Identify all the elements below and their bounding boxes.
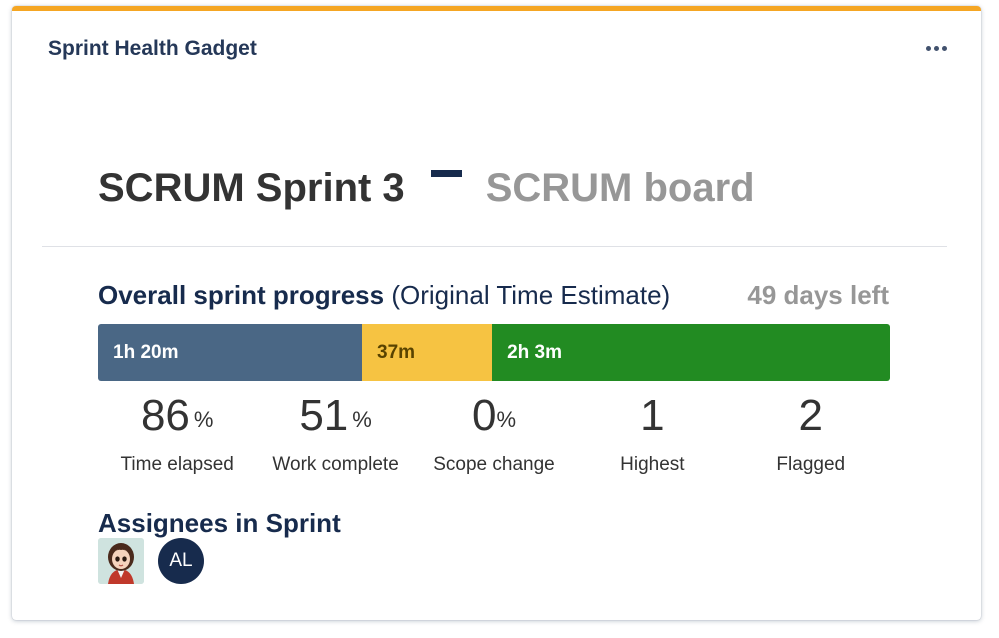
stat-time-elapsed: 86% Time elapsed	[98, 390, 256, 476]
stat-label: Flagged	[776, 454, 846, 475]
assignee-list: AL	[98, 538, 204, 584]
progress-segment-to-do[interactable]: 2h 3m	[492, 324, 890, 381]
sprint-health-gadget: Sprint Health Gadget SCRUM Sprint 3 SCRU…	[12, 6, 981, 620]
sprint-header: SCRUM Sprint 3 SCRUM board	[98, 166, 755, 211]
stat-work-complete: 51% Work complete	[256, 390, 414, 476]
divider	[42, 246, 947, 247]
stat-scope-change: 0% Scope change	[415, 390, 573, 476]
user-photo-avatar[interactable]	[98, 538, 144, 584]
stat-value: 1	[640, 391, 665, 440]
progress-title: Overall sprint progress	[98, 280, 385, 310]
sprint-separator	[430, 170, 462, 177]
gadget-accent-bar	[12, 6, 981, 11]
stat-flagged[interactable]: 2 Flagged	[732, 390, 890, 476]
sprint-name[interactable]: SCRUM Sprint 3	[98, 166, 405, 211]
gadget-title: Sprint Health Gadget	[48, 37, 257, 60]
stat-label: Highest	[620, 454, 685, 475]
stat-label: Scope change	[433, 454, 555, 475]
stat-value: 2	[798, 391, 823, 440]
stat-unit: %	[193, 407, 214, 432]
sprint-progress-bar: 1h 20m 37m 2h 3m	[98, 324, 890, 381]
stat-value: 0	[471, 391, 497, 440]
progress-subtitle: (Original Time Estimate)	[391, 280, 671, 310]
sprint-stats: 86% Time elapsed 51% Work complete 0% Sc…	[98, 390, 890, 476]
days-left: 49 days left	[747, 280, 889, 310]
stat-highest[interactable]: 1 Highest	[573, 390, 731, 476]
stat-value: 86	[140, 391, 190, 440]
stat-value: 51	[299, 391, 349, 440]
progress-segment-done[interactable]: 1h 20m	[98, 324, 362, 381]
stat-unit: %	[496, 407, 516, 432]
assignees-heading: Assignees in Sprint	[98, 508, 341, 538]
stat-unit: %	[352, 407, 372, 432]
board-name[interactable]: SCRUM board	[486, 166, 755, 211]
user-initials-avatar[interactable]: AL	[158, 538, 204, 584]
stat-label: Work complete	[272, 454, 399, 475]
more-options-icon[interactable]	[921, 37, 951, 59]
progress-segment-in-progress[interactable]: 37m	[362, 324, 493, 381]
progress-heading: Overall sprint progress (Original Time E…	[98, 280, 670, 311]
stat-label: Time elapsed	[120, 454, 234, 475]
